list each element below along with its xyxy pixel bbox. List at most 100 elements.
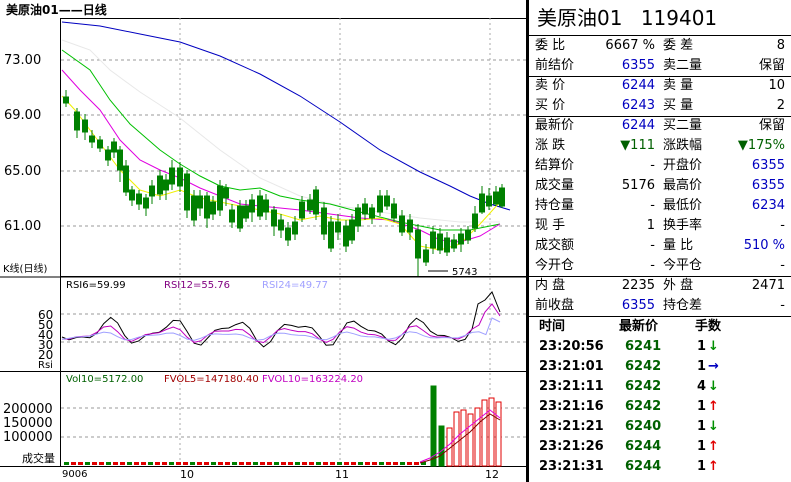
quote-label: 结算价 bbox=[535, 158, 575, 173]
volume-panel-label: 成交量 bbox=[22, 451, 55, 465]
candle bbox=[197, 195, 203, 209]
quote-value: - bbox=[650, 258, 655, 273]
candle bbox=[136, 193, 142, 205]
quote-panel: 美原油01 119401 委 比 6667 % 委 差 8 前结价 6355 卖二量 保留卖 … bbox=[527, 0, 791, 482]
volume-bar bbox=[267, 462, 272, 465]
trade-price: 6242 bbox=[625, 399, 662, 414]
rsi6-line bbox=[61, 291, 501, 348]
quote-label: 涨 跌 bbox=[535, 138, 566, 153]
volume-bars bbox=[64, 385, 502, 467]
quote-row: 卖 价 6244 卖 量 10 bbox=[527, 76, 791, 96]
candle bbox=[257, 195, 263, 217]
volume-bar bbox=[120, 462, 125, 465]
volume-bar bbox=[106, 462, 111, 465]
quote-label: 现 手 bbox=[535, 218, 566, 233]
quote-row: 持仓量 - 最低价 6234 bbox=[527, 196, 791, 216]
quote-value: - bbox=[650, 198, 655, 213]
volume-bar bbox=[232, 462, 237, 465]
candle bbox=[223, 187, 229, 199]
candle bbox=[415, 229, 421, 259]
quote-value: 6243 bbox=[621, 98, 655, 113]
candle bbox=[149, 185, 155, 197]
candle bbox=[307, 199, 313, 211]
volume-bar bbox=[337, 462, 342, 465]
trade-time: 23:21:26 bbox=[539, 439, 604, 454]
quote-value: 2471 bbox=[751, 278, 785, 293]
candle bbox=[444, 237, 450, 253]
volume-y-tick: 150000 bbox=[3, 416, 53, 431]
quote-value: 6355 bbox=[751, 178, 785, 193]
volume-bar bbox=[127, 462, 132, 465]
quote-label: 卖二量 bbox=[663, 58, 703, 73]
panel-left-border bbox=[527, 0, 529, 482]
quote-label: 内 盘 bbox=[535, 278, 566, 293]
quote-label: 买二量 bbox=[663, 118, 703, 133]
quote-label: 卖 价 bbox=[535, 78, 566, 93]
trade-time: 23:21:31 bbox=[539, 459, 604, 474]
quote-label: 开盘价 bbox=[663, 158, 703, 173]
candle bbox=[437, 233, 443, 251]
candle bbox=[292, 221, 298, 235]
volume-bar bbox=[481, 399, 488, 467]
candle bbox=[321, 207, 327, 235]
trade-header-row: 时间 最新价 手数 bbox=[527, 317, 791, 337]
kline-y-tick: 65.00 bbox=[4, 164, 41, 179]
trade-price: 6244 bbox=[625, 459, 662, 474]
volume-bar bbox=[155, 462, 160, 465]
candle bbox=[486, 195, 492, 207]
candle bbox=[343, 225, 349, 247]
quote-value: ▼175% bbox=[737, 138, 785, 153]
rsi-lines bbox=[61, 291, 501, 348]
volume-bar bbox=[134, 462, 139, 465]
trade-row: 23:21:01 6242 1 → bbox=[527, 357, 791, 377]
kline-y-tick: 61.00 bbox=[4, 219, 41, 234]
trade-price: 6244 bbox=[625, 439, 662, 454]
candle bbox=[129, 189, 135, 201]
quote-label: 最低价 bbox=[663, 198, 703, 213]
volume-bar bbox=[260, 462, 265, 465]
arrow-up-icon: ↑ bbox=[708, 459, 719, 474]
contract-code: 119401 bbox=[640, 6, 718, 30]
quote-value: 2 bbox=[776, 98, 785, 113]
volume-y-tick: 100000 bbox=[3, 430, 53, 445]
trade-row: 23:21:31 6244 1 ↑ bbox=[527, 457, 791, 477]
quote-value: 保留 bbox=[758, 118, 785, 133]
moving-average-lines bbox=[61, 21, 511, 251]
rsi-panel-label: Rsi bbox=[38, 360, 53, 371]
chart-area[interactable]: 美原油01——日线 73.00 69.00 65.00 61.00 K线(日线)… bbox=[0, 0, 527, 482]
volume-bar bbox=[246, 462, 251, 465]
trade-row: 23:21:11 6242 4 ↓ bbox=[527, 377, 791, 397]
quote-label: 委 差 bbox=[663, 38, 694, 53]
candle bbox=[249, 199, 255, 213]
quote-label: 卖 量 bbox=[663, 78, 694, 93]
volume-bar bbox=[393, 462, 398, 465]
candle bbox=[97, 139, 103, 149]
quote-value: 10 bbox=[768, 78, 785, 93]
trade-time: 23:20:56 bbox=[539, 339, 604, 354]
arrow-right-icon: → bbox=[708, 359, 719, 374]
trade-column-header: 手数 bbox=[695, 319, 722, 334]
quote-value: - bbox=[780, 258, 785, 273]
volume-bar bbox=[64, 462, 69, 465]
candle bbox=[157, 175, 163, 195]
x-axis-tick: 10 bbox=[180, 468, 194, 481]
fvol10-label: FVOL10=163224.20 bbox=[262, 374, 363, 385]
candle bbox=[349, 219, 355, 241]
quote-label: 换手率 bbox=[663, 218, 703, 233]
volume-bar bbox=[488, 397, 495, 467]
trade-price: 6242 bbox=[625, 379, 662, 394]
trade-qty: 1 bbox=[697, 399, 707, 414]
trade-qty: 1 bbox=[697, 359, 707, 374]
quote-row: 委 比 6667 % 委 差 8 bbox=[527, 36, 791, 56]
quote-label: 涨跌幅 bbox=[663, 138, 703, 153]
quote-value: 8 bbox=[776, 38, 785, 53]
quote-header: 美原油01 119401 bbox=[537, 4, 717, 32]
volume-bar bbox=[351, 462, 356, 465]
candle bbox=[278, 219, 284, 231]
quote-value: 6244 bbox=[621, 78, 655, 93]
quote-label: 前结价 bbox=[535, 58, 575, 73]
candle bbox=[407, 219, 413, 233]
volume-bar bbox=[113, 462, 118, 465]
x-axis-tick: 9006 bbox=[62, 469, 87, 480]
quote-label: 最新价 bbox=[535, 118, 575, 133]
